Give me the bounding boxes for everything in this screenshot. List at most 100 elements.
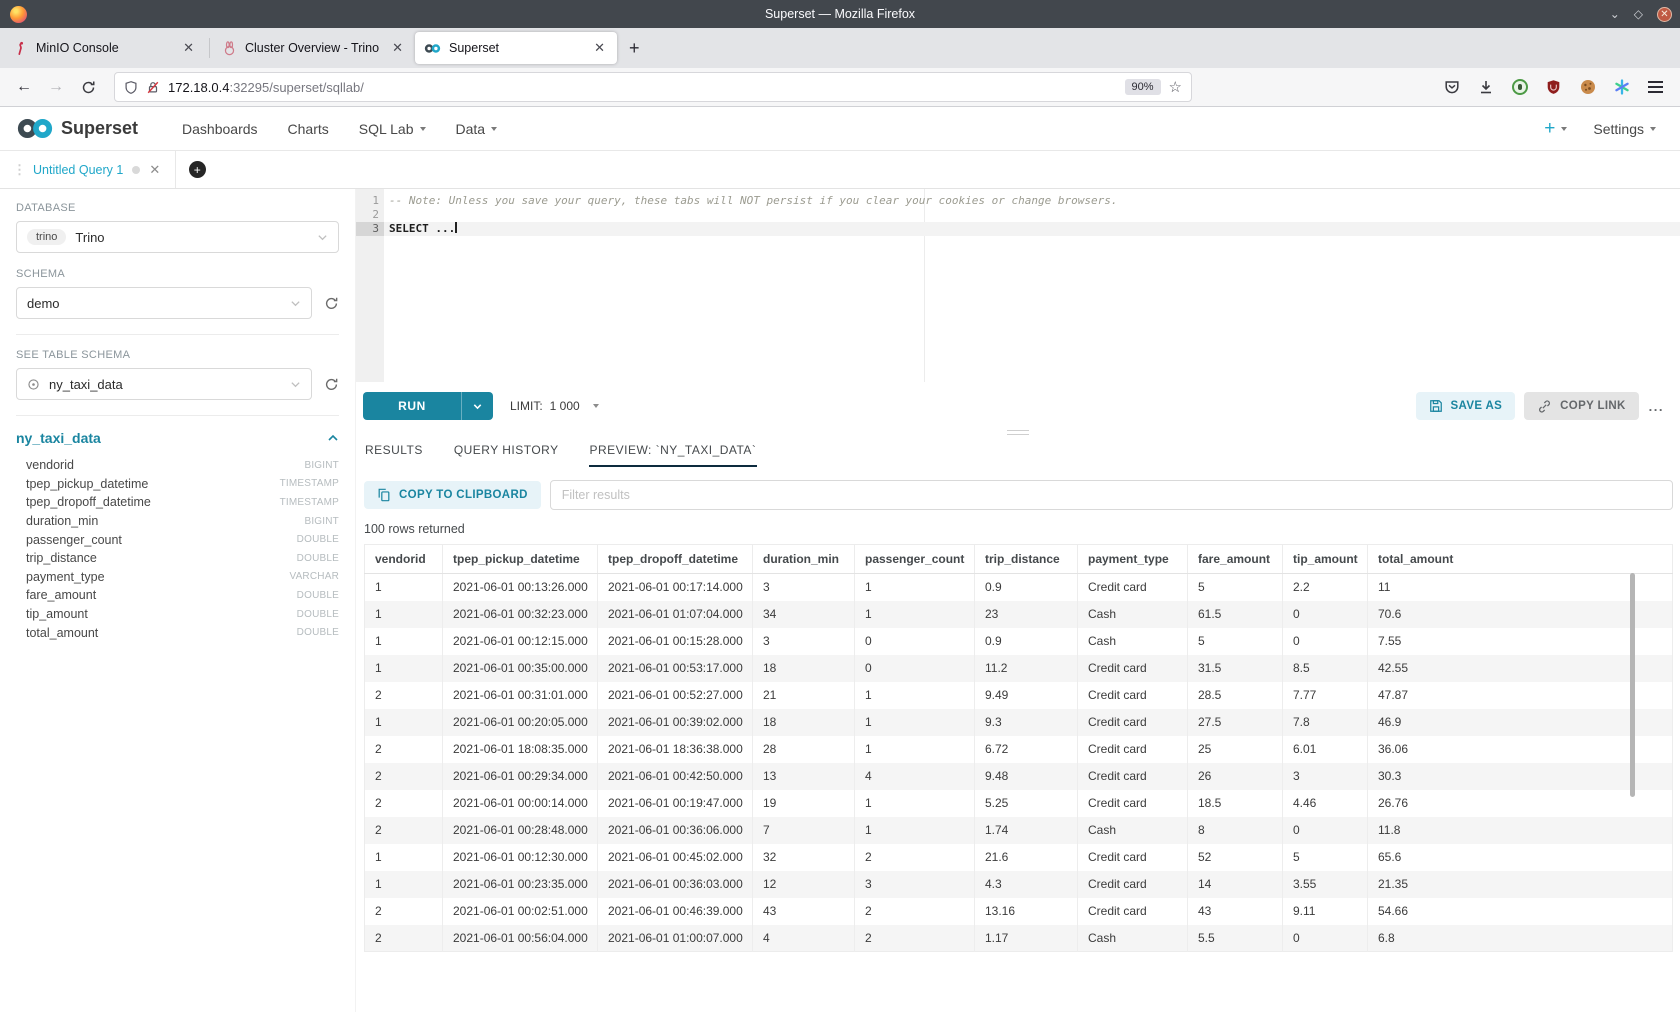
drag-handle-icon[interactable]: ⋮ — [13, 162, 24, 178]
query-tab-active[interactable]: ⋮ Untitled Query 1 ✕ — [0, 151, 176, 188]
nav-item-sql-lab[interactable]: SQL Lab — [359, 121, 426, 137]
schema-column-row: tip_amount DOUBLE — [16, 605, 339, 624]
table-header-cell[interactable]: tip_amount — [1283, 545, 1368, 574]
back-button[interactable]: ← — [10, 73, 38, 101]
reload-button[interactable] — [74, 73, 102, 101]
window-maximize-icon[interactable]: ◇ — [1634, 8, 1643, 20]
column-type: BIGINT — [304, 516, 339, 527]
zoom-level-badge[interactable]: 90% — [1125, 79, 1161, 95]
table-cell: 2 — [365, 790, 443, 817]
table-cell: 0.9 — [975, 628, 1078, 655]
container-asterisk-icon[interactable] — [1613, 79, 1630, 96]
row-limit-control[interactable]: LIMIT: 1 000 — [510, 399, 599, 413]
table-cell: 5 — [1188, 628, 1283, 655]
line-number: 2 — [356, 208, 379, 222]
nav-item-data[interactable]: Data — [456, 121, 498, 137]
browser-tab-minio[interactable]: MinIO Console ✕ — [4, 32, 206, 64]
nav-item-label: Data — [456, 121, 486, 137]
trino-icon — [222, 41, 237, 56]
refresh-schemas-button[interactable] — [324, 296, 339, 311]
tab-close-icon[interactable]: ✕ — [180, 40, 197, 56]
table-header-cell[interactable]: passenger_count — [855, 545, 975, 574]
table-header-cell[interactable]: payment_type — [1078, 545, 1188, 574]
table-cell: Credit card — [1078, 790, 1188, 817]
add-query-tab-button[interactable]: + — [176, 151, 218, 188]
editor-code-area[interactable]: -- Note: Unless you save your query, the… — [384, 189, 1680, 382]
privacy-badger-icon[interactable] — [1511, 79, 1528, 96]
table-cell: 43 — [753, 898, 855, 925]
nav-item-charts[interactable]: Charts — [288, 121, 329, 137]
table-header-cell[interactable]: fare_amount — [1188, 545, 1283, 574]
run-options-caret[interactable] — [462, 392, 493, 420]
column-name: tpep_pickup_datetime — [26, 477, 148, 491]
table-header-cell[interactable]: tpep_pickup_datetime — [443, 545, 598, 574]
filter-results-input[interactable] — [550, 480, 1673, 510]
line-number-active: 3 — [356, 222, 384, 236]
chevron-up-icon[interactable] — [327, 432, 339, 444]
query-tab-close-icon[interactable]: ✕ — [149, 162, 160, 178]
table-cell: 2021-06-01 00:20:05.000 — [443, 709, 598, 736]
rows-returned-text: 100 rows returned — [364, 522, 1680, 536]
table-header-cell[interactable]: duration_min — [753, 545, 855, 574]
refresh-tables-button[interactable] — [324, 377, 339, 392]
table-cell: Credit card — [1078, 574, 1188, 601]
browser-tab-trino[interactable]: Cluster Overview - Trino ✕ — [213, 32, 415, 64]
window-close-icon[interactable]: ✕ — [1657, 7, 1672, 22]
copy-icon — [377, 488, 391, 502]
chevron-down-icon — [290, 298, 301, 309]
cookie-extension-icon[interactable] — [1579, 79, 1596, 96]
plus-circle-icon: + — [189, 161, 206, 178]
tab-query-history[interactable]: QUERY HISTORY — [453, 438, 560, 467]
table-cell: 30.3 — [1368, 763, 1673, 790]
downloads-icon[interactable] — [1477, 79, 1494, 96]
table-scrollbar-thumb[interactable] — [1630, 573, 1635, 797]
table-cell: 52 — [1188, 844, 1283, 871]
table-select[interactable]: ny_taxi_data — [16, 368, 312, 400]
column-name: payment_type — [26, 570, 105, 584]
window-minimize-icon[interactable]: ⌄ — [1610, 8, 1620, 20]
tab-preview-table[interactable]: PREVIEW: `NY_TAXI_DATA` — [589, 438, 758, 467]
new-item-plus-button[interactable]: + — [1544, 118, 1567, 140]
table-header-cell[interactable]: vendorid — [365, 545, 443, 574]
copy-link-button[interactable]: COPY LINK — [1524, 392, 1639, 420]
pane-resize-handle[interactable] — [356, 427, 1680, 438]
browser-tab-superset[interactable]: Superset ✕ — [415, 32, 617, 64]
run-button-label[interactable]: RUN — [363, 392, 462, 420]
save-as-button[interactable]: SAVE AS — [1416, 392, 1516, 420]
bookmark-star-icon[interactable]: ☆ — [1169, 78, 1182, 96]
table-cell: 2021-06-01 00:00:14.000 — [443, 790, 598, 817]
table-cell: 9.3 — [975, 709, 1078, 736]
table-cell: 1 — [365, 628, 443, 655]
sql-code-editor[interactable]: 1 2 3 -- Note: Unless you save your quer… — [356, 189, 1680, 382]
database-select-value: Trino — [75, 230, 308, 245]
code-line-1: -- Note: Unless you save your query, the… — [384, 194, 1680, 208]
table-schema-header[interactable]: ny_taxi_data — [16, 430, 339, 446]
ublock-origin-icon[interactable] — [1545, 79, 1562, 96]
menu-hamburger-icon[interactable] — [1647, 79, 1664, 96]
pocket-icon[interactable] — [1443, 79, 1460, 96]
table-cell: 43 — [1188, 898, 1283, 925]
table-schema-title[interactable]: ny_taxi_data — [16, 430, 101, 446]
run-query-button[interactable]: RUN — [363, 392, 493, 420]
database-engine-badge: trino — [27, 229, 66, 245]
table-header-cell[interactable]: tpep_dropoff_datetime — [598, 545, 753, 574]
table-row: 1 2021-06-01 00:32:23.000 2021-06-01 01:… — [365, 601, 1673, 628]
forward-button[interactable]: → — [42, 73, 70, 101]
copy-to-clipboard-button[interactable]: COPY TO CLIPBOARD — [364, 481, 541, 509]
schema-select[interactable]: demo — [16, 287, 312, 319]
table-header-cell[interactable]: total_amount — [1368, 545, 1673, 574]
tab-results[interactable]: RESULTS — [364, 438, 424, 467]
nav-item-dashboards[interactable]: Dashboards — [182, 121, 258, 137]
table-cell: Credit card — [1078, 871, 1188, 898]
more-actions-button[interactable]: ... — [1639, 399, 1674, 414]
database-select[interactable]: trino Trino — [16, 221, 339, 253]
settings-menu[interactable]: Settings — [1593, 121, 1656, 137]
url-bar[interactable]: 172.18.0.4:32295/superset/sqllab/ 90% ☆ — [114, 72, 1192, 102]
table-cell: 2021-06-01 00:15:28.000 — [598, 628, 753, 655]
tab-close-icon[interactable]: ✕ — [389, 40, 406, 56]
tab-close-icon[interactable]: ✕ — [591, 40, 608, 56]
new-tab-button[interactable]: + — [617, 38, 652, 59]
table-cell: 5.5 — [1188, 925, 1283, 952]
column-name: vendorid — [26, 458, 74, 472]
table-header-cell[interactable]: trip_distance — [975, 545, 1078, 574]
